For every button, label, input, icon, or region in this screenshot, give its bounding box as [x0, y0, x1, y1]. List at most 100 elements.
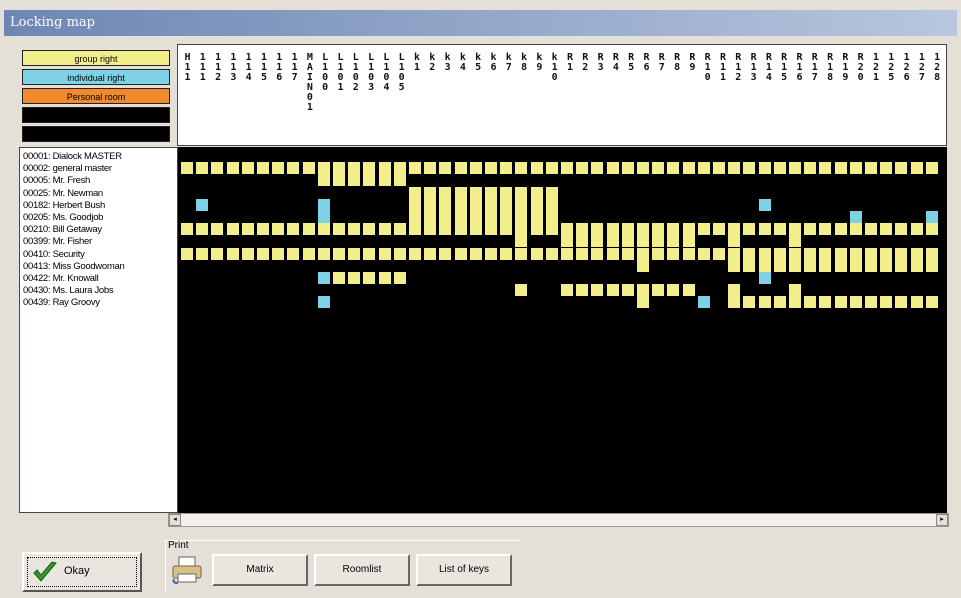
matrix-cell[interactable] [758, 223, 771, 236]
matrix-cell[interactable] [378, 247, 391, 260]
matrix-cell[interactable] [454, 162, 467, 175]
matrix-cell[interactable] [317, 198, 330, 211]
column-label[interactable]: R 9 [687, 53, 698, 73]
matrix-cell[interactable] [834, 247, 847, 260]
matrix-cell[interactable] [773, 259, 786, 272]
column-label[interactable]: k 9 [534, 53, 545, 73]
matrix-cell[interactable] [606, 284, 619, 297]
matrix-cell[interactable] [348, 272, 361, 284]
matrix-cell[interactable] [682, 162, 695, 175]
matrix-cell[interactable] [196, 198, 209, 211]
matrix-cell[interactable] [789, 247, 801, 260]
column-label[interactable]: R 1 9 [840, 53, 851, 83]
matrix-cell[interactable] [728, 284, 741, 297]
matrix-cell[interactable] [454, 223, 467, 236]
matrix-cell[interactable] [865, 162, 877, 175]
matrix-cell[interactable] [469, 162, 482, 175]
matrix-cell[interactable] [925, 211, 938, 223]
matrix-cell[interactable] [439, 162, 452, 175]
matrix-cell[interactable] [652, 247, 665, 260]
matrix-cell[interactable] [317, 247, 330, 260]
matrix-cell[interactable] [348, 174, 361, 187]
matrix-cell[interactable] [378, 174, 391, 187]
matrix-cell[interactable] [485, 223, 497, 236]
matrix-cell[interactable] [865, 247, 877, 260]
matrix-cell[interactable] [348, 223, 361, 236]
column-label[interactable]: L 1 0 5 [396, 53, 407, 93]
key-row[interactable]: 00025: Mr. Newman [23, 188, 103, 199]
column-label[interactable]: 1 2 6 [901, 53, 912, 83]
matrix-cell[interactable] [895, 296, 908, 309]
column-label[interactable]: k 3 [442, 53, 453, 73]
matrix-cell[interactable] [637, 223, 649, 236]
matrix-cell[interactable] [682, 247, 695, 260]
column-label[interactable]: R 5 [626, 53, 637, 73]
matrix-cell[interactable] [697, 296, 710, 309]
matrix-cell[interactable] [530, 186, 543, 199]
matrix-cell[interactable] [925, 296, 938, 309]
column-label[interactable]: R 2 0 [855, 53, 866, 83]
matrix-cell[interactable] [515, 284, 528, 297]
matrix-cell[interactable] [925, 259, 938, 272]
matrix-cell[interactable] [819, 259, 832, 272]
matrix-cell[interactable] [652, 162, 665, 175]
matrix-cell[interactable] [181, 247, 193, 260]
matrix-cell[interactable] [393, 247, 406, 260]
column-label[interactable]: R 6 [641, 53, 652, 73]
column-label[interactable]: R 7 [656, 53, 667, 73]
column-label[interactable]: R 1 7 [809, 53, 820, 83]
matrix-cell[interactable] [378, 162, 391, 175]
column-label[interactable]: R 1 1 [718, 53, 729, 83]
matrix-cell[interactable] [181, 162, 193, 175]
matrix-cell[interactable] [257, 162, 269, 175]
matrix-cell[interactable] [317, 162, 330, 175]
matrix-cell[interactable] [637, 247, 649, 260]
matrix-cell[interactable] [591, 284, 604, 297]
matrix-cell[interactable] [545, 162, 558, 175]
column-label[interactable]: R 1 5 [779, 53, 790, 83]
key-row[interactable]: 00399: Mr. Fisher [23, 236, 92, 247]
matrix-cell[interactable] [500, 198, 513, 211]
matrix-cell[interactable] [910, 162, 923, 175]
matrix-cell[interactable] [272, 223, 285, 236]
matrix-cell[interactable] [317, 296, 330, 309]
matrix-cell[interactable] [743, 259, 756, 272]
matrix-cell[interactable] [561, 223, 573, 236]
matrix-cell[interactable] [728, 296, 741, 309]
matrix-cell[interactable] [652, 223, 665, 236]
matrix-cell[interactable] [287, 162, 300, 175]
matrix-cell[interactable] [758, 247, 771, 260]
matrix-cell[interactable] [591, 247, 604, 260]
matrix-cell[interactable] [196, 247, 209, 260]
matrix-cell[interactable] [211, 247, 224, 260]
column-label[interactable]: k 7 [503, 53, 514, 73]
matrix-cell[interactable] [682, 223, 695, 236]
matrix-cell[interactable] [424, 223, 437, 236]
matrix-cell[interactable] [545, 211, 558, 223]
matrix-cell[interactable] [439, 223, 452, 236]
matrix-cell[interactable] [849, 247, 862, 260]
matrix-cell[interactable] [378, 272, 391, 284]
matrix-cell[interactable] [834, 296, 847, 309]
matrix-cell[interactable] [317, 272, 330, 284]
key-row[interactable]: 00182: Herbert Bush [23, 200, 105, 211]
matrix-cell[interactable] [226, 162, 239, 175]
column-label[interactable]: 1 1 7 [289, 53, 300, 83]
matrix-cell[interactable] [819, 223, 832, 236]
key-row[interactable]: 00210: Bill Getaway [23, 224, 102, 235]
column-label[interactable]: k 5 [473, 53, 484, 73]
matrix-cell[interactable] [728, 223, 741, 236]
matrix-cell[interactable] [302, 247, 315, 260]
matrix-cell[interactable] [834, 259, 847, 272]
matrix-cell[interactable] [196, 223, 209, 236]
matrix-cell[interactable] [561, 235, 573, 248]
matrix-cell[interactable] [409, 186, 421, 199]
matrix-cell[interactable] [667, 162, 680, 175]
matrix-cell[interactable] [257, 223, 269, 236]
matrix-cell[interactable] [789, 296, 801, 309]
matrix-cell[interactable] [606, 223, 619, 236]
matrix-cell[interactable] [530, 198, 543, 211]
column-label[interactable]: 1 1 5 [259, 53, 270, 83]
matrix-cell[interactable] [865, 223, 877, 236]
matrix-cell[interactable] [530, 162, 543, 175]
